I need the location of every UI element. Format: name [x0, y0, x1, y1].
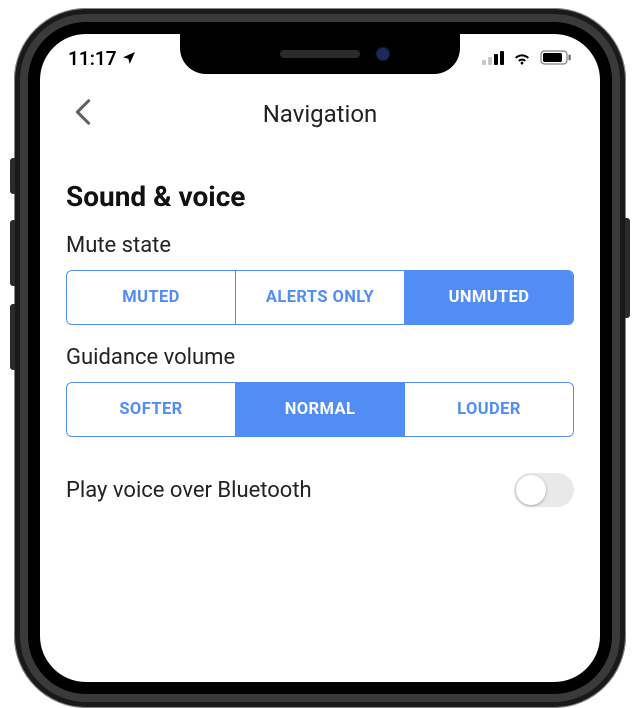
mute-state-option-unmuted[interactable]: UNMUTED	[404, 271, 573, 324]
section-title: Sound & voice	[66, 180, 574, 213]
wifi-icon	[512, 47, 532, 70]
mute-state-label: Mute state	[66, 233, 574, 258]
status-left: 11:17	[68, 47, 137, 70]
nav-header: Navigation	[66, 82, 574, 146]
screen: 11:17	[40, 34, 600, 682]
cellular-signal-icon	[482, 51, 504, 65]
content: Navigation Sound & voice Mute state MUTE…	[40, 82, 600, 682]
status-time: 11:17	[68, 47, 117, 70]
status-right	[482, 47, 572, 70]
phone-frame: 11:17	[14, 8, 626, 708]
back-button[interactable]	[66, 90, 100, 138]
guidance-volume-option-louder[interactable]: LOUDER	[404, 383, 573, 436]
battery-icon	[540, 47, 572, 70]
status-bar: 11:17	[40, 34, 600, 82]
bluetooth-voice-label: Play voice over Bluetooth	[66, 478, 312, 503]
guidance-volume-segmented-control: SOFTER NORMAL LOUDER	[66, 382, 574, 437]
mute-state-option-muted[interactable]: MUTED	[67, 271, 235, 324]
page-title: Navigation	[263, 100, 378, 128]
volume-up-button	[10, 220, 15, 286]
guidance-volume-option-normal[interactable]: NORMAL	[235, 383, 404, 436]
mute-state-segmented-control: MUTED ALERTS ONLY UNMUTED	[66, 270, 574, 325]
power-button	[625, 218, 630, 318]
bluetooth-voice-row: Play voice over Bluetooth	[66, 473, 574, 507]
guidance-volume-option-softer[interactable]: SOFTER	[67, 383, 235, 436]
guidance-volume-label: Guidance volume	[66, 345, 574, 370]
volume-down-button	[10, 304, 15, 370]
location-services-icon	[121, 50, 137, 66]
bluetooth-voice-toggle[interactable]	[514, 473, 574, 507]
mute-state-option-alerts-only[interactable]: ALERTS ONLY	[235, 271, 404, 324]
mute-switch	[10, 158, 15, 194]
